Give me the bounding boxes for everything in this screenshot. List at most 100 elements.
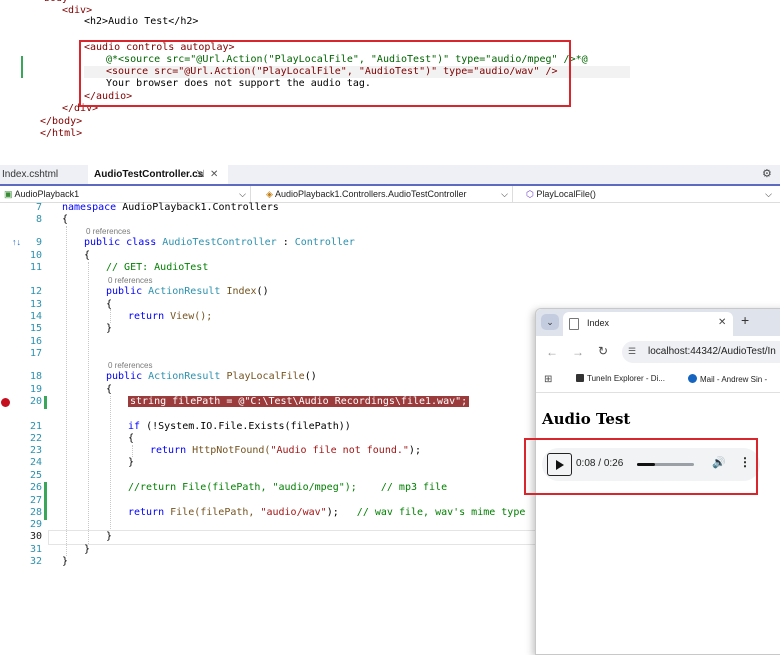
codelens-references[interactable]: 0 references	[108, 276, 152, 285]
line-number: 18	[29, 371, 42, 382]
code-line-11: // GET: AudioTest	[106, 262, 209, 273]
tab-audiotestcontroller-cs[interactable]: AudioTestController.cs ⇲ ✕	[88, 165, 228, 184]
body-tag-line: body	[44, 0, 68, 4]
codelens-references[interactable]: 0 references	[108, 361, 152, 370]
highlight-box-player	[524, 438, 758, 495]
line-number: 28	[29, 507, 42, 518]
punct: );	[326, 507, 339, 518]
line-number: 10	[29, 250, 42, 261]
line-number: 22	[29, 433, 42, 444]
editor-tab-bar: Index.cshtml AudioTestController.cs ⇲ ✕ …	[0, 165, 780, 186]
overrides-icon[interactable]: ↑↓	[12, 237, 21, 247]
html-editor[interactable]: body <div> <h2>Audio Test</h2> <audio co…	[0, 0, 780, 160]
code-line-23: {	[128, 433, 135, 444]
line-number: 13	[29, 299, 42, 310]
type: ActionResult	[148, 286, 221, 297]
code-line-31: }	[84, 544, 91, 555]
codelens-references[interactable]: 0 references	[86, 227, 130, 236]
chevron-down-icon: ⌵	[239, 189, 246, 199]
address-text: localhost:44342/AudioTest/In	[648, 346, 776, 357]
highlight-box-html	[79, 40, 571, 107]
line-number: 29	[29, 519, 42, 530]
forward-icon[interactable]: →	[572, 345, 584, 359]
page-icon	[569, 318, 579, 330]
apps-grid-icon[interactable]: ⊞	[544, 374, 552, 385]
close-tab-icon[interactable]: ✕	[718, 317, 726, 328]
line-number: 24	[29, 457, 42, 468]
method-name: PlayLocalFile	[226, 371, 305, 382]
close-icon[interactable]: ✕	[210, 165, 218, 184]
code-line-8: {	[62, 214, 69, 225]
code-line-19: {	[106, 384, 113, 395]
browser-tab[interactable]: Index ✕	[563, 312, 733, 336]
code-line-22: if (!System.IO.File.Exists(filePath))	[128, 421, 351, 432]
code-line-24: return HttpNotFound("Audio file not foun…	[150, 445, 421, 456]
line-number: 19	[29, 384, 42, 395]
bookmarks-bar: ⊞ TuneIn Explorer - Di... Mail - Andrew …	[536, 370, 780, 393]
code-line-32: }	[62, 556, 69, 567]
member-dropdown[interactable]: ⬡ PlayLocalFile() ⌵	[526, 186, 776, 202]
keyword: public	[106, 371, 143, 382]
tab-search-button[interactable]: ⌄	[541, 314, 559, 330]
class-label: AudioPlayback1.Controllers.AudioTestCont…	[274, 189, 467, 199]
div-open-line: <div>	[62, 5, 93, 16]
change-bar	[21, 56, 23, 78]
code-line-27: //return File(filePath, "audio/mpeg"); /…	[128, 482, 448, 493]
class-dropdown[interactable]: ◈ AudioPlayback1.Controllers.AudioTestCo…	[266, 186, 513, 202]
condition: (!System.IO.File.Exists(filePath))	[140, 421, 351, 432]
chevron-down-icon: ⌵	[501, 189, 508, 199]
bookmark-tunein[interactable]: TuneIn Explorer - Di...	[576, 374, 665, 383]
line-number: 26	[29, 482, 42, 493]
change-bar	[44, 396, 47, 409]
line-number: 14	[29, 311, 42, 322]
code-line-13: {	[106, 299, 113, 310]
punct: ()	[304, 371, 317, 382]
code-line-15: }	[106, 323, 113, 334]
line-number: 8	[35, 214, 42, 225]
code-navigation-bar: ▣ AudioPlayback1 ⌵ ◈ AudioPlayback1.Cont…	[0, 186, 780, 203]
line-number: 16	[29, 336, 42, 347]
line-number: 23	[29, 445, 42, 456]
call: File(filePath,	[164, 507, 261, 518]
tab-overflow-icon[interactable]: ⚙	[762, 165, 772, 184]
html-close-line: </html>	[40, 128, 83, 139]
line-number: 17	[29, 348, 42, 359]
browser-window: ⌄ Index ✕ + ← → ↻ ☰ localhost:44342/Audi…	[524, 308, 780, 655]
tab-label: Index.cshtml	[2, 169, 59, 180]
tab-index-cshtml[interactable]: Index.cshtml	[0, 165, 88, 184]
reload-icon[interactable]: ↻	[598, 344, 608, 358]
line-number: 25	[29, 470, 42, 481]
browser-tab-title: Index	[587, 318, 610, 328]
code-line-7: namespace AudioPlayback1.Controllers	[62, 202, 279, 213]
project-dropdown[interactable]: ▣ AudioPlayback1 ⌵	[4, 186, 251, 202]
bookmark-mail[interactable]: Mail - Andrew Sin -	[688, 374, 767, 384]
code-line-10: {	[84, 250, 91, 261]
site-info-icon[interactable]: ☰	[628, 346, 636, 357]
line-number: 30	[29, 531, 42, 542]
back-icon[interactable]: ←	[546, 345, 558, 359]
pin-icon[interactable]: ⇲	[196, 165, 204, 184]
h2-line: <h2>Audio Test</h2>	[84, 16, 199, 27]
string-literal: "audio/wav"	[260, 507, 327, 518]
base-class: Controller	[294, 237, 355, 248]
breakpoint-icon[interactable]	[1, 398, 10, 407]
line-number: 21	[29, 421, 42, 432]
tab-label: AudioTestController.cs	[94, 169, 204, 180]
new-tab-icon[interactable]: +	[741, 312, 749, 328]
class-name: AudioTestController	[162, 237, 277, 248]
keyword: return	[128, 507, 165, 518]
body-close-line: </body>	[40, 116, 83, 127]
namespace-name: AudioPlayback1.Controllers	[116, 202, 279, 213]
call: View();	[164, 311, 213, 322]
punct: ()	[256, 286, 269, 297]
project-label: AudioPlayback1	[14, 189, 80, 199]
csharp-project-icon: ▣	[4, 189, 13, 199]
change-bar	[44, 482, 47, 520]
line-number: 31	[29, 544, 42, 555]
tunein-icon	[576, 374, 584, 382]
method-icon: ⬡	[526, 189, 534, 199]
address-bar[interactable]: ☰ localhost:44342/AudioTest/In	[622, 341, 780, 363]
line-number: 32	[29, 556, 42, 567]
punct: );	[408, 445, 421, 456]
keyword: public	[106, 286, 143, 297]
